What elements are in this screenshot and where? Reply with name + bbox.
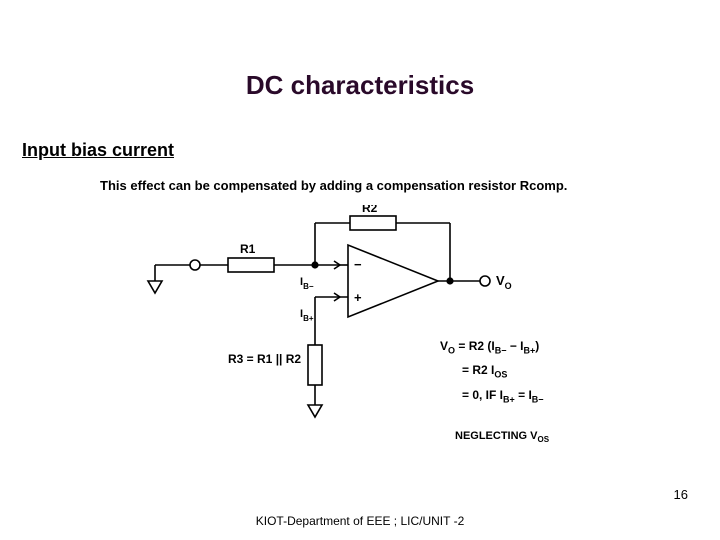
equation-1: VO = R2 (IB− − IB+) — [440, 335, 544, 359]
minus-symbol: − — [354, 257, 362, 272]
slide-title: DC characteristics — [0, 70, 720, 101]
footer-text: KIOT-Department of EEE ; LIC/UNIT -2 — [0, 514, 720, 528]
equations-block: VO = R2 (IB− − IB+) = R2 IOS = 0, IF IB+… — [440, 335, 544, 408]
equation-3: = 0, IF IB+ = IB− — [440, 384, 544, 408]
ib-minus-label: IB− — [300, 276, 314, 291]
description-text: This effect can be compensated by adding… — [100, 178, 567, 193]
equation-2: = R2 IOS — [440, 359, 544, 383]
r3-equation: R3 = R1 || R2 — [228, 352, 301, 366]
r1-label: R1 — [240, 242, 256, 256]
ib-plus-label: IB+ — [300, 308, 314, 323]
neglecting-note: NEGLECTING VOS — [455, 430, 549, 444]
plus-symbol: + — [354, 290, 362, 305]
subheading: Input bias current — [22, 140, 174, 161]
vo-label: VO — [496, 273, 512, 291]
r2-label: R2 — [362, 205, 378, 215]
page-number: 16 — [674, 487, 688, 502]
